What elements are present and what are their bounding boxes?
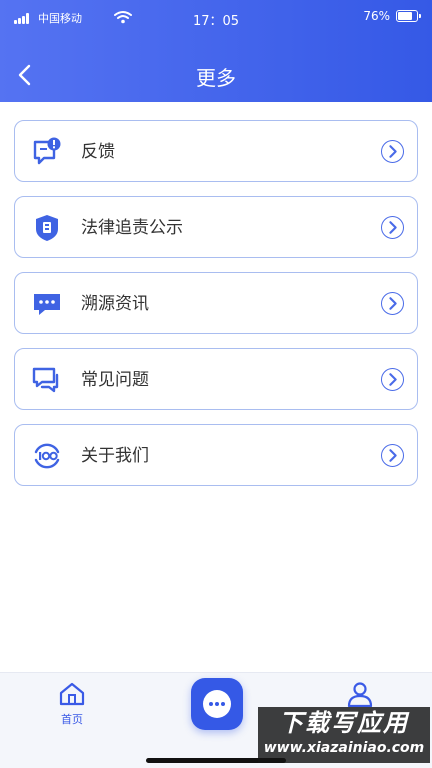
tab-home[interactable]: 首页 [42,681,102,727]
nav-bar: 更多 [0,50,432,100]
menu-item-label: 反馈 [81,142,115,162]
menu-item-label: 溯源资讯 [81,294,149,314]
chevron-right-icon[interactable] [381,444,404,467]
battery-icon [396,10,421,22]
tab-home-label: 首页 [61,713,83,726]
menu-item-label: 常见问题 [81,370,149,390]
page-title: 更多 [196,66,236,90]
chevron-right-icon[interactable] [381,216,404,239]
chat-dots-icon [203,690,231,718]
header: 中国移动 17：05 76% 更多 [0,0,432,102]
watermark-url: www.xiazainiao.com [263,740,425,756]
menu-item-label: 法律追责公示 [81,218,183,238]
tab-profile[interactable] [330,681,390,707]
chevron-right-icon[interactable] [381,140,404,163]
chat-bubbles-icon [32,367,59,393]
message-icon [34,294,60,315]
battery: 76% [363,9,421,23]
watermark: 下载写应用 www.xiazainiao.com [258,707,430,763]
battery-fill [398,12,412,20]
battery-percent: 76% [363,9,390,23]
chat-fab-button[interactable] [191,678,243,730]
menu-item-traceability-news[interactable]: 溯源资讯 [14,272,418,334]
chevron-right-icon[interactable] [381,292,404,315]
watermark-title: 下载写应用 [279,709,409,737]
shield-icon [36,215,58,241]
about-icon [34,443,60,469]
menu-item-feedback[interactable]: 反馈 [14,120,418,182]
menu-item-legal-notice[interactable]: 法律追责公示 [14,196,418,258]
menu-item-about-us[interactable]: 关于我们 [14,424,418,486]
feedback-icon [33,137,61,165]
status-bar: 中国移动 17：05 76% [0,0,432,36]
menu-item-label: 关于我们 [81,446,149,466]
menu-item-faq[interactable]: 常见问题 [14,348,418,410]
home-icon [59,682,85,706]
chevron-right-icon[interactable] [381,368,404,391]
menu-list: 反馈 法律追责公示 溯源资讯 常见问题 关于我们 [14,120,418,500]
user-icon [347,682,373,707]
